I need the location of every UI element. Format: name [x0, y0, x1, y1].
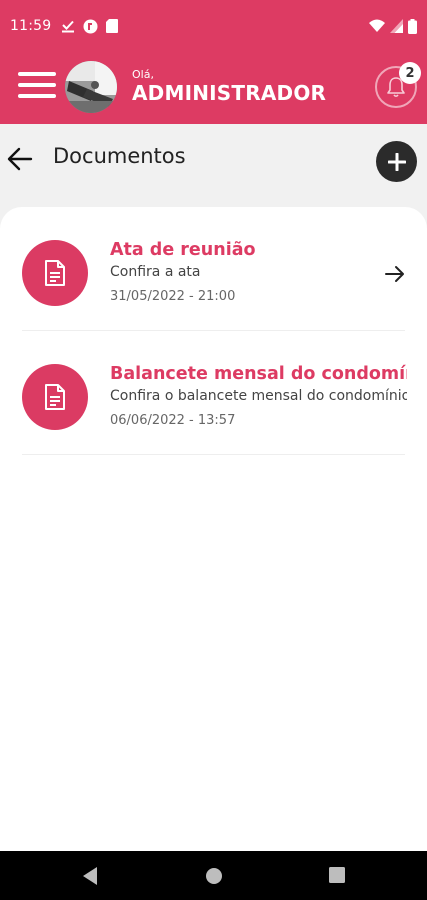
status-bar: 11:59 [0, 0, 427, 52]
document-item[interactable]: Ata de reunião Confira a ata 31/05/2022 … [0, 221, 427, 345]
app-bar: Olá, ADMINISTRADOR 2 [0, 52, 427, 124]
status-right-icons [369, 18, 417, 34]
page-title: Documentos [53, 144, 186, 168]
back-button[interactable] [5, 144, 35, 174]
plus-icon [387, 152, 406, 171]
notification-badge: 2 [399, 62, 421, 84]
hamburger-line [18, 72, 56, 76]
greeting: Olá, ADMINISTRADOR [132, 68, 326, 105]
document-date: 06/06/2022 - 13:57 [110, 413, 236, 428]
download-done-icon [62, 20, 75, 33]
status-left-icons [61, 19, 119, 34]
document-title: Ata de reunião [110, 240, 256, 260]
arrow-right-icon [385, 266, 404, 282]
document-icon [45, 384, 65, 410]
nav-home-icon[interactable] [205, 867, 223, 885]
avatar[interactable] [65, 61, 117, 113]
document-text: Ata de reunião Confira a ata 31/05/2022 … [110, 239, 407, 306]
divider [22, 330, 405, 331]
signal-icon [390, 19, 403, 33]
document-title: Balancete mensal do condomínio [110, 364, 407, 384]
nav-recents-icon[interactable] [329, 867, 345, 883]
document-subtitle: Confira a ata [110, 264, 201, 280]
app-notification-icon [83, 19, 98, 33]
user-name: ADMINISTRADOR [132, 81, 327, 105]
status-time: 11:59 [10, 18, 52, 34]
sd-card-icon [106, 19, 119, 33]
screen: 11:59 Olá, ADMINISTRADOR 2 Documentos At… [0, 0, 427, 900]
document-text: Balancete mensal do condomínio Confira o… [110, 363, 407, 430]
documents-list: Ata de reunião Confira a ata 31/05/2022 … [0, 207, 427, 857]
hamburger-line [18, 94, 56, 98]
document-subtitle: Confira o balancete mensal do condomínio [110, 388, 407, 404]
avatar-photo [65, 61, 117, 113]
document-icon [45, 260, 65, 286]
greeting-label: Olá, [132, 68, 154, 81]
arrow-left-icon [7, 147, 33, 171]
nav-back-icon[interactable] [81, 866, 99, 886]
document-icon-circle [22, 364, 88, 430]
add-document-button[interactable] [376, 141, 417, 182]
page-header: Documentos [0, 124, 427, 194]
document-item[interactable]: Balancete mensal do condomínio Confira o… [0, 345, 427, 469]
divider [22, 454, 405, 455]
document-date: 31/05/2022 - 21:00 [110, 289, 236, 304]
system-nav-bar [0, 851, 427, 900]
wifi-icon [369, 19, 385, 32]
document-icon-circle [22, 240, 88, 306]
hamburger-line [18, 83, 56, 87]
menu-button[interactable] [18, 72, 56, 102]
battery-icon [408, 18, 417, 34]
